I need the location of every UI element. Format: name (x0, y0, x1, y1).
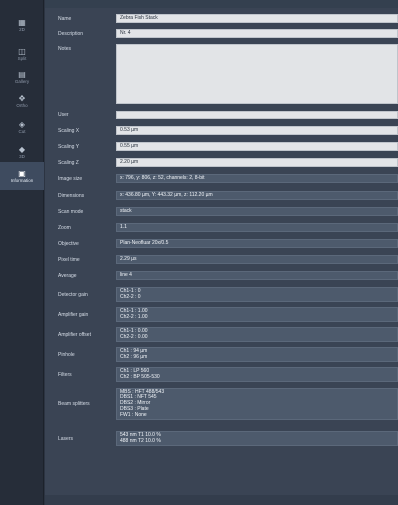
info-row-objective: Objective Plan-Neofluar 20x/0.5 (45, 239, 398, 248)
dimensions-label: Dimensions (58, 192, 85, 199)
scaling-z-field[interactable]: 2.20 µm (116, 158, 398, 167)
value-line: Ch2-2 : 1.00 (120, 313, 148, 320)
average-value: line 4 (116, 271, 398, 280)
pinhole-label: Pinhole (58, 351, 75, 358)
detector-gain-value: Ch1-1 : 0 Ch2-2 : 0 (116, 287, 398, 302)
filters-label: Filters (58, 371, 72, 378)
info-row-dimensions: Dimensions x: 436.80 µm, Y: 443.32 µm, z… (45, 191, 398, 200)
ortho-icon: ✥ (18, 93, 26, 103)
filters-value: Ch1 : LP 560 Ch2 : BP 505-530 (116, 367, 398, 382)
detector-gain-label: Detector gain (58, 291, 88, 298)
value-line: 488 nm T2 10.0 % (120, 437, 161, 444)
user-label: User (58, 112, 69, 118)
amplifier-gain-value: Ch1-1 : 1.00 Ch2-2 : 1.00 (116, 307, 398, 322)
amplifier-offset-value: Ch1-1 : 0.00 Ch2-2 : 0.00 (116, 327, 398, 342)
scaling-x-field[interactable]: 0.53 µm (116, 126, 398, 135)
sidebar-item-label: Gallery (14, 78, 30, 84)
info-row-amplifier-gain: Amplifier gain Ch1-1 : 1.00 Ch2-2 : 1.00 (45, 307, 398, 322)
amplifier-gain-label: Amplifier gain (58, 311, 89, 318)
info-row-scaling-y: Scaling Y 0.55 µm (45, 142, 398, 151)
description-label: Description (58, 30, 84, 37)
value-line: Ch2-2 : 0.00 (120, 333, 148, 340)
info-row-beam-splitters: Beam splitters MBS : HFT 488/543 DBS1 : … (45, 388, 398, 420)
info-row-scan-mode: Scan mode stack (45, 207, 398, 216)
name-label: Name (58, 15, 72, 22)
info-row-name: Name Zebra Fish Stack (45, 14, 398, 23)
info-row-image-size: Image size x: 796, y: 806, z: 52, channe… (45, 174, 398, 183)
zoom-label: Zoom (58, 224, 71, 231)
objective-value: Plan-Neofluar 20x/0.5 (116, 239, 398, 248)
info-row-average: Average line 4 (45, 271, 398, 280)
scaling-z-label: Scaling Z (58, 159, 79, 166)
view-sidebar: ▦ 2D ◫ Split ▤ Gallery ✥ Ortho ◈ Cut ◆ 3… (0, 0, 44, 505)
sidebar-item-label: Information (10, 177, 34, 183)
lasers-value: 543 nm T1 10.0 % 488 nm T2 10.0 % (116, 431, 398, 446)
information-panel: Name Zebra Fish Stack Description Nr. 4 … (45, 0, 398, 505)
info-row-detector-gain: Detector gain Ch1-1 : 0 Ch2-2 : 0 (45, 287, 398, 302)
info-row-pinhole: Pinhole Ch1 : 94 µm Ch2 : 96 µm (45, 347, 398, 362)
zoom-value: 1.1 (116, 223, 398, 232)
image-size-label: Image size (58, 175, 83, 182)
scaling-x-label: Scaling X (58, 127, 80, 134)
sidebar-item-label: Split (17, 55, 27, 61)
info-row-notes: Notes (45, 44, 398, 104)
sidebar-item-ortho[interactable]: ✥ Ortho (0, 87, 44, 115)
value-line: Ch2 : 96 µm (120, 353, 148, 360)
scan-mode-label: Scan mode (58, 208, 84, 215)
grid-icon: ▦ (18, 17, 26, 27)
value-line: FW1 : None (120, 411, 147, 418)
scaling-y-field[interactable]: 0.55 µm (116, 142, 398, 151)
name-field[interactable]: Zebra Fish Stack (116, 14, 398, 23)
cube-3d-icon: ◆ (18, 144, 26, 154)
gallery-icon: ▤ (18, 69, 26, 79)
dimensions-value: x: 436.80 µm, Y: 443.32 µm, z: 112.20 µm (116, 191, 398, 200)
value-line: Ch2 : BP 505-530 (120, 373, 160, 380)
info-row-lasers: Lasers 543 nm T1 10.0 % 488 nm T2 10.0 % (45, 431, 398, 446)
pixel-time-label: Pixel time (58, 256, 80, 263)
sidebar-item-label: 2D (19, 26, 25, 32)
split-icon: ◫ (18, 46, 26, 56)
description-field[interactable]: Nr. 4 (116, 29, 398, 38)
sidebar-item-information[interactable]: ▣ Information (0, 162, 44, 190)
scan-mode-value: stack (116, 207, 398, 216)
scaling-y-label: Scaling Y (58, 143, 80, 150)
info-row-scaling-z: Scaling Z 2.20 µm (45, 158, 398, 167)
info-row-filters: Filters Ch1 : LP 560 Ch2 : BP 505-530 (45, 367, 398, 382)
value-line: Ch2-2 : 0 (120, 293, 141, 300)
pinhole-value: Ch1 : 94 µm Ch2 : 96 µm (116, 347, 398, 362)
user-field[interactable] (116, 111, 398, 119)
sidebar-item-label: 3D (19, 153, 25, 159)
beam-splitters-value: MBS : HFT 488/543 DBS1 : NFT 545 DBS2 : … (116, 388, 398, 420)
panel-footer (45, 495, 398, 505)
info-row-description: Description Nr. 4 (45, 29, 398, 38)
info-row-zoom: Zoom 1.1 (45, 223, 398, 232)
sidebar-item-label: Cut (18, 128, 26, 134)
panel-header (45, 0, 398, 8)
info-row-scaling-x: Scaling X 0.53 µm (45, 126, 398, 135)
notes-label: Notes (58, 45, 72, 52)
amplifier-offset-label: Amplifier offset (58, 331, 91, 338)
info-row-user: User (45, 111, 398, 119)
pixel-time-value: 2.29 µs (116, 255, 398, 264)
average-label: Average (58, 272, 77, 279)
notes-field[interactable] (116, 44, 398, 104)
lasers-label: Lasers (58, 435, 74, 442)
image-size-value: x: 796, y: 806, z: 52, channels: 2, 8-bi… (116, 174, 398, 183)
sidebar-item-cut[interactable]: ◈ Cut (0, 113, 44, 141)
info-row-pixel-time: Pixel time 2.29 µs (45, 255, 398, 264)
info-icon: ▣ (18, 168, 26, 178)
sidebar-item-2d[interactable]: ▦ 2D (0, 11, 44, 39)
sidebar-item-label: Ortho (16, 102, 28, 108)
objective-label: Objective (58, 240, 79, 247)
cut-icon: ◈ (18, 119, 26, 129)
info-row-amplifier-offset: Amplifier offset Ch1-1 : 0.00 Ch2-2 : 0.… (45, 327, 398, 342)
beam-splitters-label: Beam splitters (58, 401, 90, 407)
